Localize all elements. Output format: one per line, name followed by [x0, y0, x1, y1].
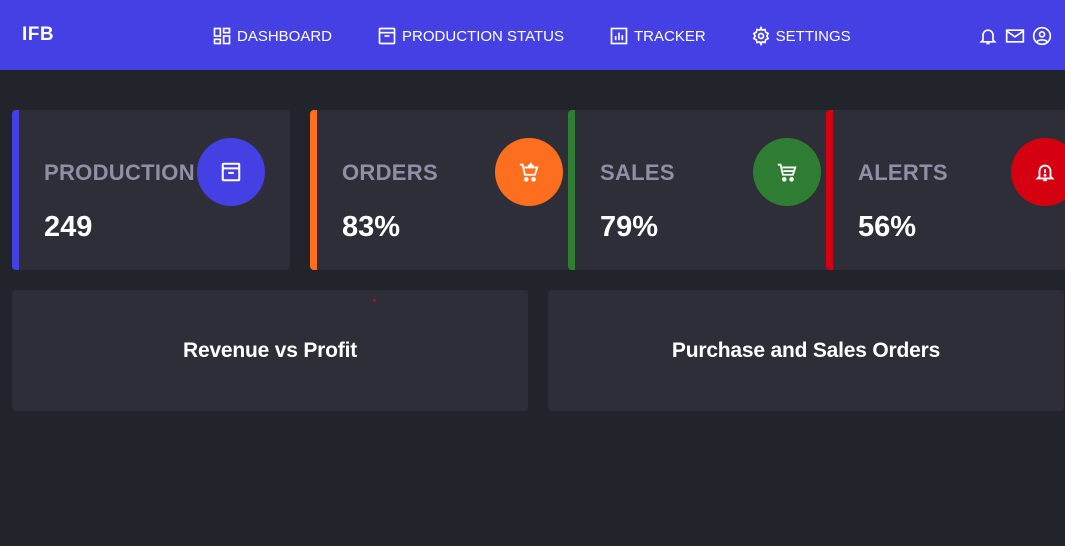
card-label: SALES [600, 160, 675, 185]
nav-dashboard[interactable]: DASHBOARD [212, 26, 332, 46]
card-value: 79% [600, 211, 659, 243]
card-icon-badge [495, 138, 563, 206]
top-navbar: IFB DASHBOARD PRODUCTION STATUS TRACKER [0, 0, 1065, 70]
notifications-button[interactable] [977, 25, 999, 47]
card-label: ALERTS [858, 160, 948, 185]
nav-tracker[interactable]: TRACKER [609, 26, 706, 46]
archive-icon [378, 27, 396, 45]
card-label: ORDERS [342, 160, 438, 185]
nav-settings-label: SETTINGS [775, 27, 851, 45]
nav-settings[interactable]: SETTINGS [751, 26, 851, 46]
main-nav: DASHBOARD PRODUCTION STATUS TRACKER SETT… [212, 24, 896, 48]
gear-icon [752, 26, 769, 46]
card-accent [12, 110, 19, 270]
purchase-sales-orders-panel: Purchase and Sales Orders [548, 290, 1064, 411]
stat-card-alerts[interactable]: ALERTS 56% [826, 110, 1065, 270]
user-circle-icon [1032, 26, 1052, 46]
bar-chart-icon [610, 27, 628, 45]
panel-title: Purchase and Sales Orders [671, 338, 941, 362]
card-value: 83% [342, 211, 401, 243]
dashboard-icon [213, 27, 231, 45]
brand-logo[interactable]: IFB [22, 24, 54, 46]
messages-button[interactable] [1004, 25, 1026, 47]
card-accent [826, 110, 833, 270]
card-value: 249 [44, 211, 93, 243]
nav-production-status[interactable]: PRODUCTION STATUS [377, 26, 564, 46]
card-label: PRODUCTION [44, 160, 195, 185]
bell-alert-icon [1035, 164, 1055, 182]
stat-card-orders[interactable]: ORDERS 83% [310, 110, 588, 270]
header-actions [972, 25, 1053, 47]
card-icon-badge [1011, 138, 1065, 206]
stat-card-sales[interactable]: SALES 79% [568, 110, 846, 270]
card-accent [310, 110, 317, 270]
nav-production-status-label: PRODUCTION STATUS [402, 27, 564, 45]
panel-title: Revenue vs Profit [183, 338, 357, 362]
card-icon-badge [197, 138, 265, 206]
mail-icon [1005, 29, 1025, 43]
revenue-vs-profit-panel: Revenue vs Profit [12, 290, 528, 411]
nav-dashboard-label: DASHBOARD [237, 27, 333, 45]
stat-card-production[interactable]: PRODUCTION 249 [12, 110, 290, 270]
profile-button[interactable] [1031, 25, 1053, 47]
cart-add-icon [519, 162, 539, 182]
cart-icon [777, 163, 797, 182]
nav-tracker-label: TRACKER [633, 27, 706, 45]
card-icon-badge [753, 138, 821, 206]
archive-icon [221, 162, 241, 182]
bell-icon [979, 29, 997, 45]
card-accent [568, 110, 575, 270]
card-value: 56% [858, 211, 917, 243]
indicator-dot [373, 299, 376, 302]
